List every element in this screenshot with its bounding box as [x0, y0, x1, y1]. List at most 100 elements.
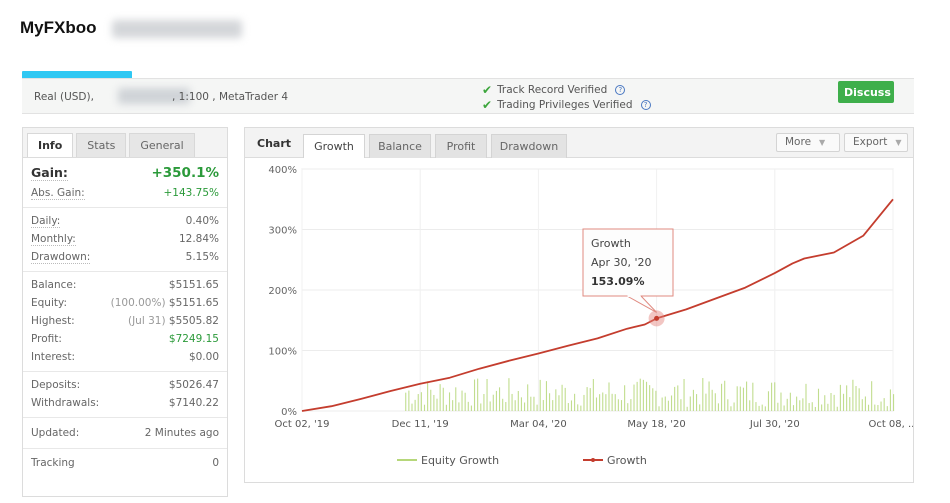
equity-growth-bar: [814, 406, 816, 411]
withdrawals-label: Withdrawals:: [31, 397, 100, 409]
account-leverage-platform: , 1:100 , MetaTrader 4: [172, 91, 289, 103]
equity-growth-bar: [714, 393, 716, 411]
equity-growth-bar: [473, 379, 476, 411]
equity-growth-bar: [605, 394, 607, 411]
x-tick-label: Jul 30, '20: [749, 419, 800, 430]
equity-growth-bar: [580, 405, 582, 411]
redacted-title-blur: [112, 20, 242, 38]
equity-growth-bar: [696, 394, 698, 411]
equity-growth-bar: [764, 406, 766, 411]
equity-growth-bar: [527, 384, 529, 411]
y-tick-label: 200%: [268, 286, 297, 297]
highest-value: $5505.82: [168, 315, 219, 327]
equity-growth-bar: [467, 401, 469, 411]
tab-profit[interactable]: Profit: [435, 134, 487, 158]
deposits-group: Deposits: $5026.47 Withdrawals: $7140.22: [23, 372, 227, 418]
equity-percent: (100.00%): [110, 297, 166, 309]
tab-stats[interactable]: Stats: [76, 133, 127, 157]
equity-growth-bar: [520, 397, 522, 411]
equity-growth-bar: [852, 379, 854, 411]
equity-growth-bar: [549, 393, 551, 411]
equity-growth-bar: [411, 403, 413, 411]
x-tick-label: May 18, '20: [627, 419, 685, 430]
equity-growth-bar: [464, 392, 466, 411]
equity-growth-bar: [877, 405, 879, 411]
equity-growth-bar: [533, 396, 535, 411]
equity-growth-bar: [589, 388, 591, 411]
daily-label: Daily:: [31, 214, 61, 228]
equity-growth-bar: [436, 398, 438, 411]
equity-growth-bar: [649, 385, 651, 411]
equity-growth-bar: [702, 378, 704, 411]
legend-equity-label: Equity Growth: [421, 454, 499, 467]
equity-growth-bar: [833, 394, 835, 411]
profit-label: Profit:: [31, 333, 62, 345]
equity-growth-bar: [505, 402, 507, 411]
equity-growth-bar: [880, 401, 882, 411]
equity-growth-bar: [799, 400, 801, 411]
updated-value: 2 Minutes ago: [144, 427, 219, 439]
equity-growth-bar: [530, 396, 532, 411]
tracking-label: Tracking: [31, 457, 75, 469]
deposits-label: Deposits:: [31, 379, 81, 391]
tab-general[interactable]: General: [129, 133, 195, 157]
x-tick-label: Oct 02, '19: [274, 419, 329, 430]
equity-growth-bar: [789, 392, 791, 411]
equity-growth-bar: [677, 385, 679, 411]
equity-growth-bar: [408, 390, 410, 411]
tab-drawdown[interactable]: Drawdown: [491, 134, 567, 158]
equity-growth-bar: [558, 395, 560, 411]
highest-label: Highest:: [31, 315, 75, 327]
profit-value: $7249.15: [168, 333, 219, 345]
abs-gain-value: +143.75%: [163, 187, 219, 199]
track-record-verified: ✔ Track Record Verified ?: [482, 83, 626, 97]
equity-growth-bar: [733, 402, 735, 411]
abs-gain-label: Abs. Gain:: [31, 186, 85, 200]
equity-growth-bar: [552, 400, 554, 411]
gain-value: +350.1%: [151, 165, 219, 181]
more-dropdown[interactable]: More ▼: [776, 133, 840, 152]
equity-growth-bar: [805, 383, 807, 411]
equity-growth-bar: [414, 399, 416, 411]
equity-growth-bar: [483, 393, 485, 411]
account-type: Real (USD),: [34, 91, 94, 103]
discuss-button[interactable]: Discuss: [838, 81, 894, 103]
legend-growth-label: Growth: [607, 454, 647, 467]
tab-info[interactable]: Info: [27, 133, 74, 157]
equity-growth-bar: [433, 394, 435, 411]
equity-growth-bar: [802, 398, 804, 411]
chevron-down-icon: ▼: [819, 138, 826, 147]
equity-growth-bar: [636, 381, 638, 411]
equity-growth-bar: [871, 381, 873, 411]
equity-growth-bar: [780, 392, 782, 411]
info-icon[interactable]: ?: [640, 100, 651, 110]
equity-growth-bar: [749, 400, 751, 411]
growth-chart[interactable]: 0% 100% 200% 300% 400% Oct 02, '19 Dec 11, '19…: [245, 158, 913, 482]
equity-growth-bar: [405, 392, 407, 411]
equity-growth-bar: [608, 382, 610, 411]
equity-growth-bar: [742, 387, 745, 411]
equity-growth-bar: [508, 378, 510, 411]
equity-growth-bar: [674, 386, 676, 411]
trading-privileges-label: Trading Privileges Verified: [497, 99, 633, 111]
equity-growth-bar: [849, 397, 851, 411]
tooltip-series: Growth: [591, 237, 631, 250]
equity-growth-bar: [889, 389, 891, 411]
y-tick-label: 0%: [281, 407, 297, 418]
equity-growth-bar: [452, 400, 454, 411]
updated-group: Updated: 2 Minutes ago: [23, 418, 227, 449]
info-icon[interactable]: ?: [615, 85, 626, 95]
tab-balance[interactable]: Balance: [369, 134, 431, 158]
tab-growth[interactable]: Growth: [303, 134, 365, 158]
equity-growth-bar: [786, 398, 788, 411]
chart-tabs: Chart Growth Balance Profit Drawdown Mor…: [245, 128, 913, 158]
export-label: Export: [853, 136, 888, 148]
equity-growth-bar: [430, 389, 432, 411]
monthly-label: Monthly:: [31, 232, 76, 246]
track-record-label: Track Record Verified: [497, 84, 608, 96]
equity-growth-bar: [442, 387, 444, 411]
equity-growth-bar: [477, 378, 479, 411]
equity-growth-bar: [883, 398, 885, 411]
equity-growth-bar: [517, 390, 519, 411]
export-dropdown[interactable]: Export ▼: [844, 133, 908, 152]
